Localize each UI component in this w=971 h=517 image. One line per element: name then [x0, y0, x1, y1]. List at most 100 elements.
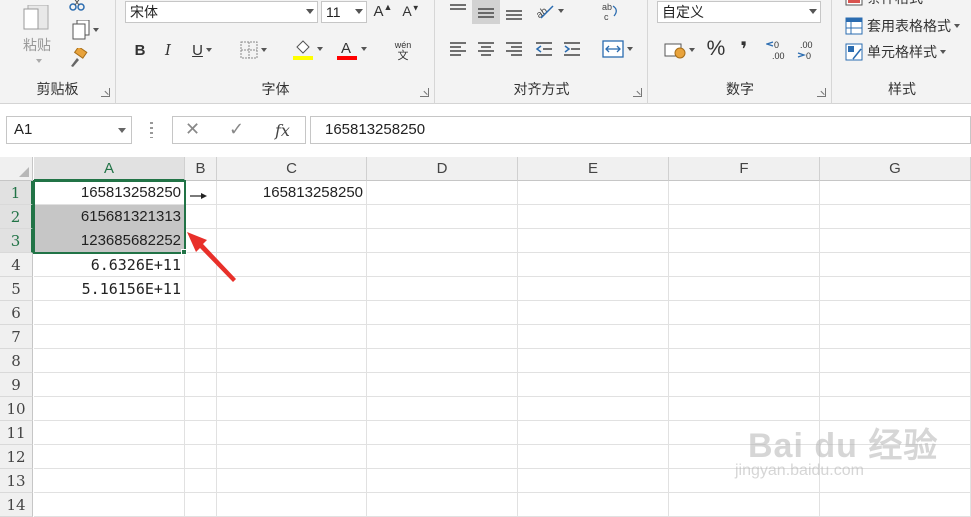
percent-button[interactable]: % — [703, 36, 729, 62]
cell-a8[interactable] — [34, 349, 185, 373]
cell-b2[interactable] — [185, 205, 217, 229]
cell-c10[interactable] — [217, 397, 367, 421]
conditional-format-button[interactable]: 条件格式 — [845, 0, 932, 8]
number-launcher-icon[interactable] — [817, 88, 826, 97]
cell-g1[interactable] — [820, 181, 971, 205]
cell-c7[interactable] — [217, 325, 367, 349]
clipboard-launcher-icon[interactable] — [101, 88, 110, 97]
cell-g14[interactable] — [820, 493, 971, 517]
cell-d13[interactable] — [367, 469, 518, 493]
formula-input[interactable]: 165813258250 — [310, 116, 971, 144]
cell-c9[interactable] — [217, 373, 367, 397]
row-header-10[interactable]: 10 — [0, 397, 33, 421]
cell-e1[interactable] — [518, 181, 669, 205]
cell-e5[interactable] — [518, 277, 669, 301]
cell-d10[interactable] — [367, 397, 518, 421]
cell-d5[interactable] — [367, 277, 518, 301]
cell-b13[interactable] — [185, 469, 217, 493]
cell-f2[interactable] — [669, 205, 820, 229]
phonetic-button[interactable]: wén 文 — [381, 38, 425, 64]
row-header-11[interactable]: 11 — [0, 421, 33, 445]
cell-c3[interactable] — [217, 229, 367, 253]
orientation-button[interactable]: ab — [532, 0, 566, 22]
cell-d1[interactable] — [367, 181, 518, 205]
cell-a10[interactable] — [34, 397, 185, 421]
row-header-4[interactable]: 4 — [0, 253, 33, 277]
align-center-button[interactable] — [474, 38, 498, 60]
row-header-7[interactable]: 7 — [0, 325, 33, 349]
cell-g8[interactable] — [820, 349, 971, 373]
cell-d4[interactable] — [367, 253, 518, 277]
cell-a13[interactable] — [34, 469, 185, 493]
cell-d8[interactable] — [367, 349, 518, 373]
cell-a6[interactable] — [34, 301, 185, 325]
cell-b11[interactable] — [185, 421, 217, 445]
cell-g4[interactable] — [820, 253, 971, 277]
cell-b1[interactable] — [185, 181, 217, 205]
cell-g5[interactable] — [820, 277, 971, 301]
increase-decimal-button[interactable]: 0.00 — [765, 38, 791, 62]
row-header-12[interactable]: 12 — [0, 445, 33, 469]
cell-g9[interactable] — [820, 373, 971, 397]
cell-f8[interactable] — [669, 349, 820, 373]
row-header-9[interactable]: 9 — [0, 373, 33, 397]
cell-e6[interactable] — [518, 301, 669, 325]
cell-f6[interactable] — [669, 301, 820, 325]
column-header-a[interactable]: A — [34, 157, 185, 181]
cell-e14[interactable] — [518, 493, 669, 517]
align-left-button[interactable] — [446, 38, 470, 60]
cell-d2[interactable] — [367, 205, 518, 229]
cell-b3[interactable] — [185, 229, 217, 253]
cell-c11[interactable] — [217, 421, 367, 445]
row-header-6[interactable]: 6 — [0, 301, 33, 325]
cell-b4[interactable] — [185, 253, 217, 277]
cell-b5[interactable] — [185, 277, 217, 301]
cell-d6[interactable] — [367, 301, 518, 325]
grow-font-button[interactable]: A▲ — [371, 0, 395, 22]
column-header-d[interactable]: D — [367, 157, 518, 181]
cell-a11[interactable] — [34, 421, 185, 445]
name-box[interactable]: A1 — [6, 116, 132, 144]
formula-bar-grip-icon[interactable] — [150, 122, 153, 138]
decrease-indent-button[interactable] — [532, 38, 556, 60]
font-name-select[interactable]: 宋体 — [125, 1, 318, 23]
column-header-f[interactable]: F — [669, 157, 820, 181]
cell-b7[interactable] — [185, 325, 217, 349]
cell-d7[interactable] — [367, 325, 518, 349]
cell-a12[interactable] — [34, 445, 185, 469]
cell-c8[interactable] — [217, 349, 367, 373]
cell-d11[interactable] — [367, 421, 518, 445]
column-header-c[interactable]: C — [217, 157, 367, 181]
cell-e9[interactable] — [518, 373, 669, 397]
column-header-e[interactable]: E — [518, 157, 669, 181]
cell-e2[interactable] — [518, 205, 669, 229]
font-color-button[interactable]: A — [331, 36, 371, 62]
cell-e13[interactable] — [518, 469, 669, 493]
cell-g2[interactable] — [820, 205, 971, 229]
cell-g7[interactable] — [820, 325, 971, 349]
cell-c12[interactable] — [217, 445, 367, 469]
row-header-3[interactable]: 3 — [0, 229, 33, 253]
select-all-button[interactable] — [0, 157, 33, 181]
cell-f1[interactable] — [669, 181, 820, 205]
cell-e3[interactable] — [518, 229, 669, 253]
cell-c4[interactable] — [217, 253, 367, 277]
format-as-table-button[interactable]: 套用表格格式 — [845, 14, 960, 38]
copy-button[interactable] — [66, 18, 104, 42]
cell-c13[interactable] — [217, 469, 367, 493]
paste-button[interactable]: 粘贴 — [14, 0, 60, 68]
cell-f14[interactable] — [669, 493, 820, 517]
decrease-decimal-button[interactable]: .00 0 — [795, 38, 821, 62]
currency-button[interactable] — [659, 38, 699, 62]
format-painter-button[interactable] — [66, 46, 90, 70]
cell-d9[interactable] — [367, 373, 518, 397]
cut-button[interactable] — [66, 0, 88, 12]
cell-b14[interactable] — [185, 493, 217, 517]
cell-d12[interactable] — [367, 445, 518, 469]
cell-b9[interactable] — [185, 373, 217, 397]
cell-f9[interactable] — [669, 373, 820, 397]
cell-d14[interactable] — [367, 493, 518, 517]
cell-e8[interactable] — [518, 349, 669, 373]
row-header-13[interactable]: 13 — [0, 469, 33, 493]
cell-f5[interactable] — [669, 277, 820, 301]
